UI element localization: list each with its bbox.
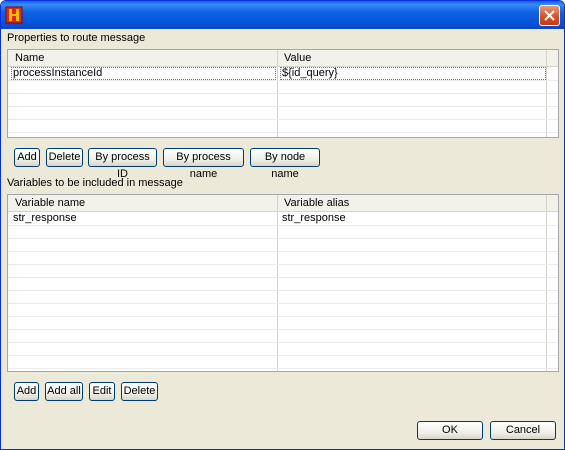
by-node-name-button[interactable]: By node name [250,148,320,180]
column-header-variable-name[interactable]: Variable name [15,197,85,209]
variable-alias-cell[interactable]: str_response [282,212,346,224]
properties-delete-button[interactable]: Delete [46,148,83,167]
variables-delete-button[interactable]: Delete [121,382,158,401]
add-all-button[interactable]: Add all [45,382,83,401]
variables-section-label: Variables to be included in message [7,177,183,189]
app-logo-icon [5,6,23,24]
property-name-cell[interactable]: processInstanceId [13,67,102,79]
property-value-cell[interactable]: ${id_query} [282,67,338,79]
properties-table-header: Name Value [8,50,558,67]
properties-table[interactable]: Name Value processInstanceId ${id_query} [7,49,559,138]
variables-table[interactable]: Variable name Variable alias str_respons… [7,194,559,372]
dialog-window: Properties to route message Name Value p… [0,0,565,450]
edit-button[interactable]: Edit [89,382,115,401]
variables-add-button[interactable]: Add [14,382,39,401]
title-bar[interactable] [1,1,564,29]
variable-name-cell[interactable]: str_response [13,212,77,224]
by-process-id-button[interactable]: By process ID [88,148,157,180]
column-header-name[interactable]: Name [15,52,44,64]
by-process-name-button[interactable]: By process name [163,148,244,180]
close-button[interactable] [539,5,560,26]
cancel-button[interactable]: Cancel [490,421,556,440]
column-header-value[interactable]: Value [284,52,311,64]
variables-table-header: Variable name Variable alias [8,195,558,212]
ok-button[interactable]: OK [417,421,483,440]
column-header-variable-alias[interactable]: Variable alias [284,197,349,209]
properties-section-label: Properties to route message [7,32,146,44]
properties-add-button[interactable]: Add [14,148,40,167]
